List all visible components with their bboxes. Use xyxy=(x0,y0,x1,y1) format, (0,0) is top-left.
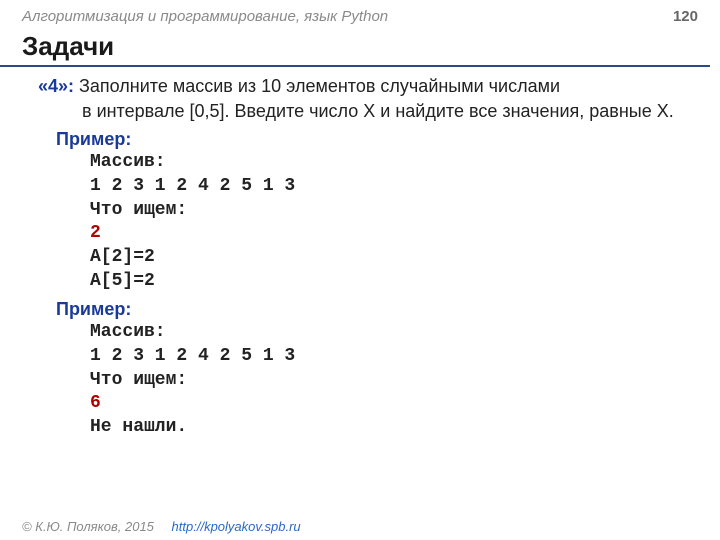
content-area: «4»: Заполните массив из 10 элементов сл… xyxy=(0,75,720,440)
example2-l4: 6 xyxy=(90,393,101,413)
example2-code: Массив: 1 2 3 1 2 4 2 5 1 3 Что ищем: 6 … xyxy=(90,321,698,440)
example1-l1: Массив: xyxy=(90,152,166,172)
page-number: 120 xyxy=(673,8,698,25)
example2-l3: Что ищем: xyxy=(90,370,187,390)
example1-l3: Что ищем: xyxy=(90,200,187,220)
footer-url: http://kpolyakov.spb.ru xyxy=(172,519,301,534)
task-text-line2: в интервале [0,5]. Введите число X и най… xyxy=(82,100,698,123)
page-title: Задачи xyxy=(0,29,710,67)
copyright: © К.Ю. Поляков, 2015 xyxy=(22,519,154,534)
example2-l1: Массив: xyxy=(90,322,166,342)
header-bar: Алгоритмизация и программирование, язык … xyxy=(0,0,720,29)
example1-l6: A[5]=2 xyxy=(90,271,155,291)
task-label: «4»: xyxy=(38,76,74,96)
example1-l5: A[2]=2 xyxy=(90,247,155,267)
example1-code: Массив: 1 2 3 1 2 4 2 5 1 3 Что ищем: 2 … xyxy=(90,151,698,294)
course-title: Алгоритмизация и программирование, язык … xyxy=(22,8,388,25)
example1-l2: 1 2 3 1 2 4 2 5 1 3 xyxy=(90,176,295,196)
task-block: «4»: Заполните массив из 10 элементов сл… xyxy=(38,75,698,440)
example1-l4: 2 xyxy=(90,223,101,243)
example2-l5: Не нашли. xyxy=(90,417,187,437)
footer: © К.Ю. Поляков, 2015 http://kpolyakov.sp… xyxy=(22,519,301,534)
example1-label: Пример: xyxy=(56,128,698,151)
task-text-line1: Заполните массив из 10 элементов случайн… xyxy=(79,76,560,96)
example2-label: Пример: xyxy=(56,298,698,321)
example2-l2: 1 2 3 1 2 4 2 5 1 3 xyxy=(90,346,295,366)
